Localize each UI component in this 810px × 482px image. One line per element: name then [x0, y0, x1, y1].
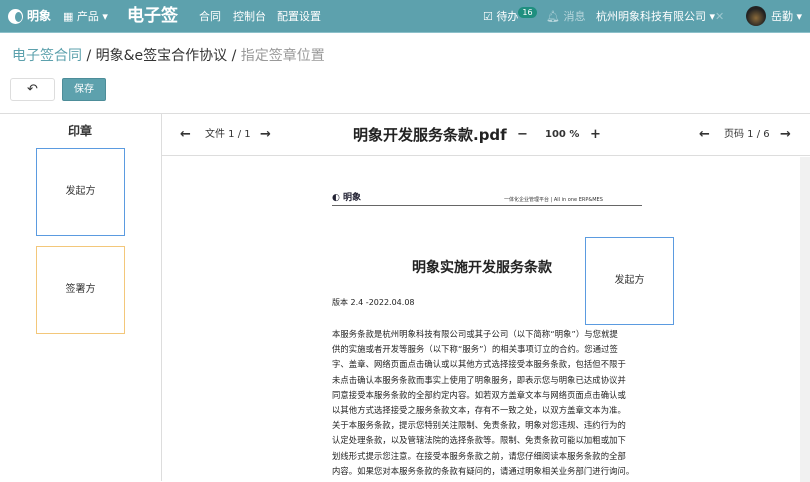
doc-version: 版本 2.4 -2022.04.08 [332, 298, 415, 307]
nav-console[interactable]: 控制台 [233, 0, 266, 33]
pdf-viewer: ← 文件 1 / 1 → 明象开发服务条款.pdf − 100 % + ← 页码… [162, 113, 810, 482]
file-label: 文件 1 / 1 [205, 129, 251, 140]
doc-body: 本服务条款是杭州明象科技有限公司或其子公司（以下简称“明象”）与您就提 供的实施… [332, 327, 642, 479]
zoom-level: 100 % [545, 129, 580, 140]
page-label: 页码 1 / 6 [724, 129, 770, 140]
company-switcher[interactable]: 杭州明象科技有限公司 ▾ [596, 0, 715, 33]
doc-header-divider [332, 205, 642, 206]
next-page-icon[interactable]: → [780, 114, 791, 156]
breadcrumb-current: 指定签章位置 [240, 48, 325, 64]
stamp-signer[interactable]: 签署方 [36, 246, 125, 334]
doc-logo-icon: ◐ [332, 193, 340, 203]
doc-title: 明象实施开发服务条款 [412, 260, 552, 276]
logo-text: 明象 [27, 9, 52, 23]
doc-logo-text: 明象 [343, 193, 362, 203]
doc-line: 同意接受本服务条款的全部约定内容。如若双方盖章文本与网络页面点击确认或 [332, 389, 626, 400]
pdf-page: ◐ 明象 一体化企业管理平台 | All in one ERP&MES 明象实施… [162, 157, 800, 482]
doc-line: 本服务条款是杭州明象科技有限公司或其子公司（以下简称“明象”）与您就提 [332, 329, 618, 339]
file-name: 明象开发服务条款.pdf [353, 126, 507, 144]
doc-logo: ◐ 明象 [332, 190, 361, 203]
doc-line: 关于本服务条款，提示您特别关注限制、免责条款，明象对您违规、违约行为的 [332, 420, 626, 431]
doc-line: 划线形式提示您注意。在接受本服务条款之前，请您仔细阅读本服务条款的全部 [332, 450, 626, 461]
stamp-initiator[interactable]: 发起方 [36, 148, 125, 236]
stamp-panel: 印章 发起方 签署方 [0, 113, 162, 481]
doc-line: 认定处理条款，以及管辖法院的选择条款等。限制、免责条款可能以加粗或加下 [332, 435, 626, 446]
doc-line: 字、盖章、网络页面点击确认或以其他方式选择接受本服务条款，包括但不限于 [332, 359, 626, 370]
bell-icon: 🔔︎ [546, 10, 560, 23]
placed-stamp-initiator[interactable]: 发起方 [585, 237, 674, 325]
stamp-panel-title: 印章 [67, 124, 92, 138]
prev-page-icon[interactable]: ← [699, 114, 710, 156]
prev-file-icon[interactable]: ← [180, 114, 191, 156]
user-name: 岳勤 [771, 10, 793, 23]
calendar-icon: ☑ [483, 10, 493, 23]
products-menu[interactable]: ▦ 产品 ▾ [63, 0, 108, 33]
next-file-icon[interactable]: → [260, 114, 271, 156]
viewer-toolbar: ← 文件 1 / 1 → 明象开发服务条款.pdf − 100 % + ← 页码… [162, 114, 810, 156]
app-title[interactable]: 电子签 [127, 0, 178, 33]
todo-label: 待办 [496, 10, 519, 23]
doc-line: 未点击确认本服务条款而事实上使用了明象服务，即表示您与明象已达成协议并 [332, 374, 626, 385]
nav-contracts[interactable]: 合同 [199, 0, 221, 33]
todo-count-badge: 16 [518, 7, 537, 18]
logo-icon [8, 9, 23, 24]
company-name: 杭州明象科技有限公司 [596, 10, 706, 23]
zoom-in-button[interactable]: + [590, 114, 601, 156]
user-menu[interactable]: 岳勤 ▾ [771, 0, 802, 33]
grid-icon: ▦ [63, 10, 77, 23]
nav-settings[interactable]: 配置设置 [277, 0, 321, 33]
messages-button[interactable]: 🔔︎ 消息 [546, 0, 585, 33]
breadcrumb: 电子签合同 / 明象&e签宝合作协议 / 指定签章位置 [12, 48, 325, 64]
scrollbar[interactable] [800, 157, 810, 482]
breadcrumb-root[interactable]: 电子签合同 [12, 48, 82, 64]
products-label: 产品 [76, 10, 99, 23]
doc-tagline: 一体化企业管理平台 | All in one ERP&MES [504, 197, 603, 203]
todo-button[interactable]: ☑ 待办 16 [483, 0, 537, 33]
doc-line: 以其他方式选择接受之服务条款文本，存有不一致之处，以双方盖章文本为准。 [332, 405, 626, 416]
save-button[interactable]: 保存 [62, 78, 106, 101]
avatar[interactable] [746, 6, 766, 26]
breadcrumb-middle[interactable]: 明象&e签宝合作协议 [96, 48, 228, 64]
top-nav-bar: 明象 ▦ 产品 ▾ 电子签 合同 控制台 配置设置 ☑ 待办 16 🔔︎ 消息 杭… [0, 0, 810, 33]
tools-icon[interactable]: ✕ [715, 0, 724, 33]
zoom-out-button[interactable]: − [517, 114, 528, 156]
doc-line: 供的实施或者开发等服务（以下称“服务”）的相关事项订立的合约。您通过签 [332, 344, 618, 355]
back-button[interactable]: ↶ [10, 78, 55, 101]
messages-label: 消息 [563, 10, 586, 23]
doc-line: 内容。如果您对本服务条款的条款有疑问的，请通过明象相关业务部门进行询问。 [332, 465, 635, 476]
